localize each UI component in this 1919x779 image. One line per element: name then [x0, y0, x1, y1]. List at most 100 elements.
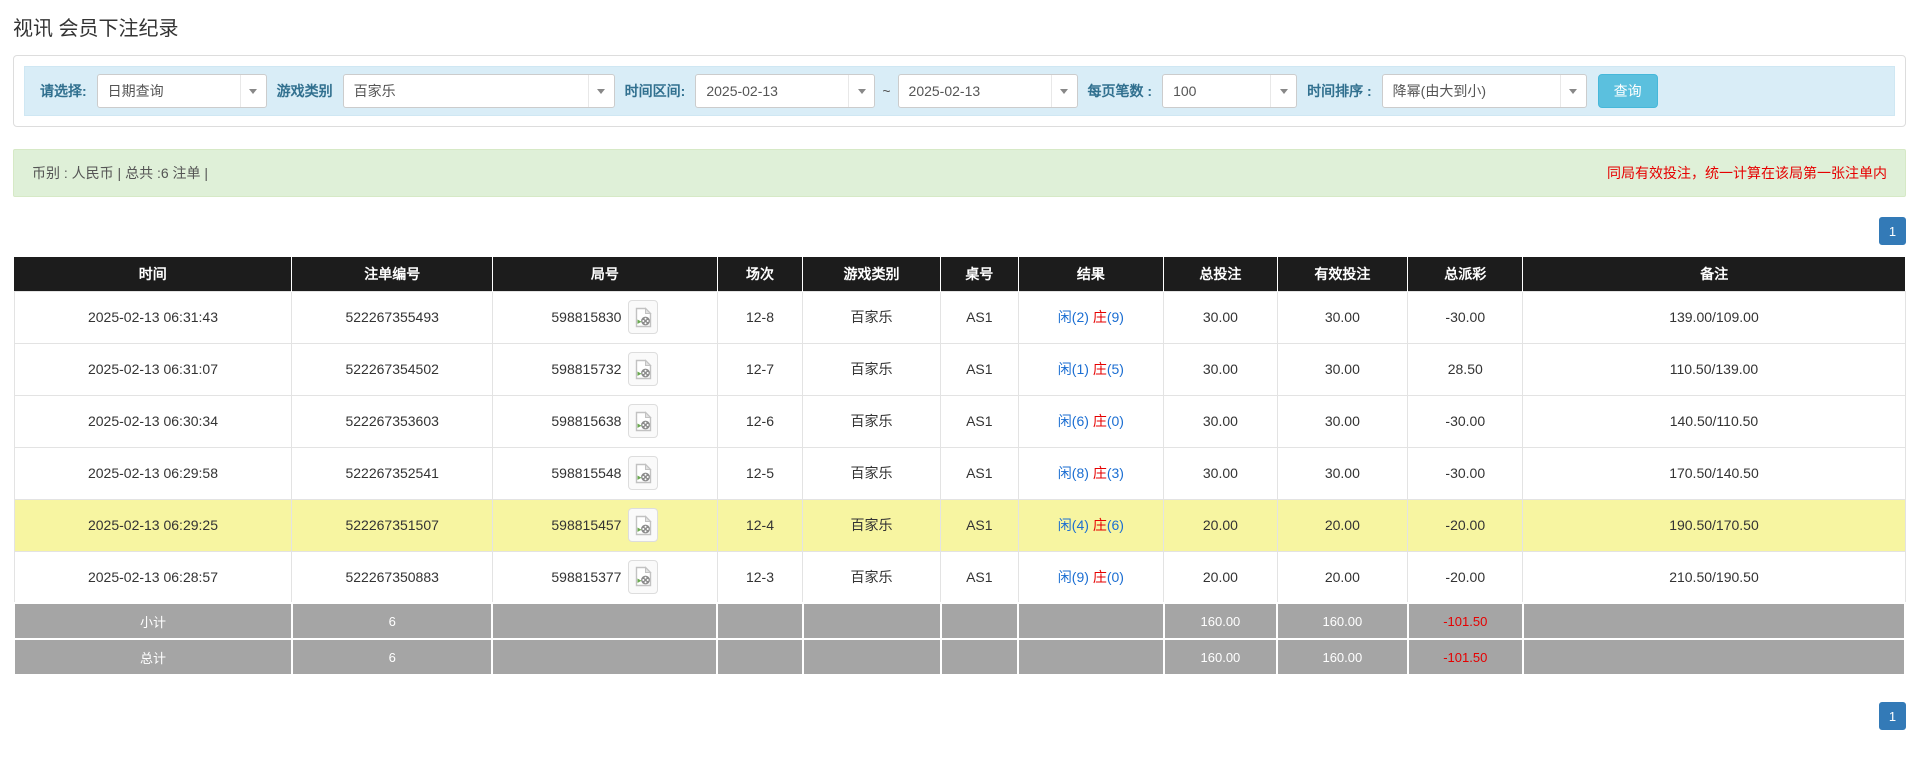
summary-bar: 币别 : 人民币 | 总共 :6 注单 | 同局有效投注，统一计算在该局第一张注… — [13, 149, 1906, 197]
cell-session: 12-7 — [717, 343, 802, 395]
page-size-value: 100 — [1163, 83, 1270, 99]
summary-empty-cell — [492, 603, 717, 639]
summary-valid-bet: 160.00 — [1277, 639, 1407, 675]
cell-bet-no: 522267350883 — [292, 551, 492, 603]
result-banker-score: (6) — [1107, 517, 1124, 533]
result-banker: 庄 — [1093, 361, 1107, 377]
cell-game-type: 百家乐 — [803, 499, 941, 551]
video-replay-button[interactable] — [628, 508, 658, 542]
video-replay-button[interactable] — [628, 456, 658, 490]
chevron-down-icon — [848, 75, 874, 107]
summary-total-bet: 160.00 — [1164, 639, 1277, 675]
cell-table-no: AS1 — [941, 291, 1019, 343]
summary-payout: -101.50 — [1408, 603, 1523, 639]
result-banker-score: (3) — [1107, 465, 1124, 481]
query-type-select[interactable]: 日期查询 — [97, 74, 267, 108]
result-banker: 庄 — [1093, 517, 1107, 533]
date-from-input[interactable]: 2025-02-13 — [695, 74, 875, 108]
round-no-group: 598815548 — [494, 456, 716, 490]
cell-remark: 140.50/110.50 — [1523, 395, 1905, 447]
cell-table-no: AS1 — [941, 551, 1019, 603]
search-button[interactable]: 查询 — [1598, 74, 1658, 108]
chevron-down-icon — [1051, 75, 1077, 107]
video-replay-button[interactable] — [628, 404, 658, 438]
cell-payout: -30.00 — [1408, 395, 1523, 447]
summary-valid-bet: 160.00 — [1277, 603, 1407, 639]
game-type-select[interactable]: 百家乐 — [343, 74, 615, 108]
round-no-group: 598815377 — [494, 560, 716, 594]
summary-row: 小计6160.00160.00-101.50 — [14, 603, 1905, 639]
video-file-icon — [635, 463, 652, 484]
cell-bet-no: 522267354502 — [292, 343, 492, 395]
column-header-result: 结果 — [1018, 257, 1164, 291]
result-player: 闲(1) — [1058, 361, 1089, 377]
cell-time: 2025-02-13 06:31:43 — [14, 291, 292, 343]
cell-bet-no: 522267352541 — [292, 447, 492, 499]
cell-time: 2025-02-13 06:29:25 — [14, 499, 292, 551]
video-replay-button[interactable] — [628, 300, 658, 334]
cell-session: 12-5 — [717, 447, 802, 499]
video-file-icon — [635, 411, 652, 432]
cell-valid-bet: 30.00 — [1277, 395, 1407, 447]
cell-total-bet: 30.00 — [1164, 395, 1277, 447]
game-type-label: 游戏类别 — [277, 81, 333, 101]
video-file-icon — [635, 515, 652, 536]
round-no: 598815638 — [551, 413, 621, 429]
round-no: 598815830 — [551, 309, 621, 325]
result-player: 闲(6) — [1058, 413, 1089, 429]
summary-remark-empty — [1523, 603, 1905, 639]
video-file-icon — [635, 359, 652, 380]
date-to-input[interactable]: 2025-02-13 — [898, 74, 1078, 108]
cell-time: 2025-02-13 06:30:34 — [14, 395, 292, 447]
sort-order-value: 降幂(由大到小) — [1383, 81, 1560, 101]
video-file-icon — [635, 566, 652, 587]
sort-order-select[interactable]: 降幂(由大到小) — [1382, 74, 1587, 108]
summary-count: 6 — [292, 639, 492, 675]
cell-payout: -20.00 — [1408, 499, 1523, 551]
cell-game-type: 百家乐 — [803, 343, 941, 395]
result-banker: 庄 — [1093, 413, 1107, 429]
cell-payout: -30.00 — [1408, 447, 1523, 499]
page-size-select[interactable]: 100 — [1162, 74, 1297, 108]
video-replay-button[interactable] — [628, 352, 658, 386]
summary-empty-cell — [717, 603, 802, 639]
cell-result: 闲(8) 庄(3) — [1018, 447, 1164, 499]
column-header-time: 时间 — [14, 257, 292, 291]
cell-result: 闲(9) 庄(0) — [1018, 551, 1164, 603]
cell-session: 12-8 — [717, 291, 802, 343]
currency-total-text: 币别 : 人民币 | 总共 :6 注单 | — [32, 163, 208, 183]
summary-empty-cell — [941, 603, 1019, 639]
cell-time: 2025-02-13 06:31:07 — [14, 343, 292, 395]
cell-bet-no: 522267355493 — [292, 291, 492, 343]
chevron-down-icon — [1270, 75, 1296, 107]
column-header-remark: 备注 — [1523, 257, 1905, 291]
summary-count: 6 — [292, 603, 492, 639]
filter-panel: 请选择: 日期查询 游戏类别 百家乐 时间区间: 2025-02-13 ~ 20… — [13, 55, 1906, 127]
cell-result: 闲(2) 庄(9) — [1018, 291, 1164, 343]
pagination-bottom: 1 — [13, 702, 1906, 730]
cell-total-bet: 20.00 — [1164, 551, 1277, 603]
result-banker: 庄 — [1093, 465, 1107, 481]
cell-round-no: 598815638 — [492, 395, 717, 447]
cell-session: 12-6 — [717, 395, 802, 447]
pagination-page-1[interactable]: 1 — [1879, 217, 1906, 245]
date-to-value: 2025-02-13 — [899, 83, 1051, 99]
summary-row: 总计6160.00160.00-101.50 — [14, 639, 1905, 675]
video-file-icon — [635, 307, 652, 328]
pagination-page-1[interactable]: 1 — [1879, 702, 1906, 730]
filter-bar: 请选择: 日期查询 游戏类别 百家乐 时间区间: 2025-02-13 ~ 20… — [24, 66, 1895, 116]
column-header-round-no: 局号 — [492, 257, 717, 291]
result-player: 闲(9) — [1058, 569, 1089, 585]
time-range-label: 时间区间: — [625, 81, 686, 101]
cell-result: 闲(6) 庄(0) — [1018, 395, 1164, 447]
page-title: 视讯 会员下注纪录 — [13, 12, 1906, 41]
cell-game-type: 百家乐 — [803, 395, 941, 447]
round-no-group: 598815830 — [494, 300, 716, 334]
cell-round-no: 598815548 — [492, 447, 717, 499]
query-type-label: 请选择: — [40, 81, 87, 101]
cell-round-no: 598815457 — [492, 499, 717, 551]
video-replay-button[interactable] — [628, 560, 658, 594]
summary-total-bet: 160.00 — [1164, 603, 1277, 639]
cell-round-no: 598815830 — [492, 291, 717, 343]
bets-table: 时间 注单编号 局号 场次 游戏类别 桌号 结果 总投注 有效投注 总派彩 备注… — [13, 257, 1906, 676]
